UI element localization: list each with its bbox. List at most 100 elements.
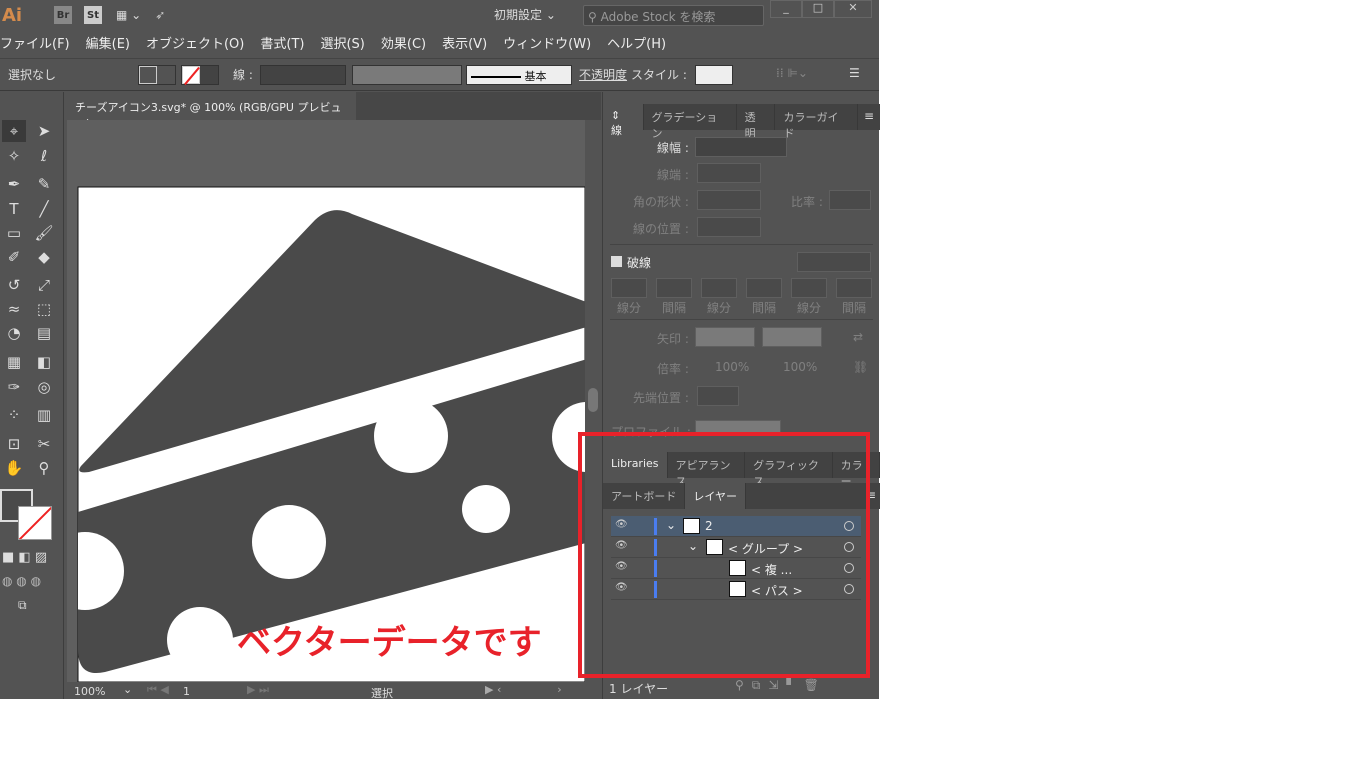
menu-help[interactable]: ヘルプ(H) bbox=[607, 33, 666, 52]
align-icon[interactable]: ⁞⁞ ⊫⌄ bbox=[776, 66, 808, 80]
stroke-color-icon[interactable] bbox=[18, 506, 52, 540]
opacity-link[interactable]: 不透明度 bbox=[579, 66, 627, 83]
graphic-style-picker[interactable] bbox=[695, 65, 733, 85]
rotate-tool-icon[interactable]: ↺ bbox=[2, 274, 26, 296]
symbol-sprayer-tool-icon[interactable]: ⁘ bbox=[2, 404, 26, 426]
stock-button[interactable]: St bbox=[84, 6, 102, 24]
eyedropper-tool-icon[interactable]: ✑ bbox=[2, 376, 26, 398]
artboard-nav-icons[interactable]: ⏮ ◀ bbox=[147, 683, 169, 697]
corner-buttons[interactable] bbox=[697, 190, 761, 210]
selection-tool-icon[interactable]: ⌖ bbox=[2, 120, 26, 142]
dashed-label: 破線 bbox=[627, 256, 652, 270]
arrow-start-select[interactable] bbox=[695, 327, 755, 347]
curvature-tool-icon[interactable]: ✎ bbox=[32, 173, 56, 195]
stock-search-input[interactable]: ⚲ Adobe Stock を検索 bbox=[583, 5, 764, 26]
swap-arrows-icon[interactable]: ⇄ bbox=[853, 330, 863, 344]
width-tool-icon[interactable]: ≈ bbox=[2, 298, 26, 320]
workspace-switcher[interactable]: 初期設定 ⌄ bbox=[494, 6, 556, 23]
start-scale[interactable]: 100% bbox=[715, 360, 749, 374]
artboard-next-icons[interactable]: ▶ ⏭ bbox=[247, 683, 269, 697]
tab-stroke[interactable]: ⇕ 線 bbox=[603, 104, 644, 137]
zoom-tool-icon[interactable]: ⚲ bbox=[32, 457, 56, 479]
gap-field[interactable] bbox=[656, 278, 692, 298]
artboard-tool-icon[interactable]: ⊡ bbox=[2, 433, 26, 455]
draw-mode-icons[interactable]: ◍ ◍ ◍ bbox=[2, 574, 41, 588]
layers-footer-icons[interactable]: ⚲⧉⇲▘🗑 bbox=[735, 678, 827, 693]
artboard-number[interactable]: 1 bbox=[183, 685, 190, 698]
tip-label: 先端位置 : bbox=[633, 391, 689, 405]
link-scale-icon[interactable]: ⛓ bbox=[853, 360, 868, 374]
style-label: スタイル : bbox=[631, 68, 687, 82]
free-transform-tool-icon[interactable]: ⬚ bbox=[32, 298, 56, 320]
gpu-performance-icon[interactable]: ➶ bbox=[155, 8, 165, 22]
status-mode[interactable]: 選択 bbox=[371, 685, 393, 701]
dash-field[interactable] bbox=[791, 278, 827, 298]
menu-select[interactable]: 選択(S) bbox=[320, 33, 364, 52]
stroke-panel-tabs: ⇕ 線 グラデーション 透明 カラーガイド ≡ bbox=[603, 104, 880, 140]
gap-field[interactable] bbox=[746, 278, 782, 298]
menu-edit[interactable]: 編集(E) bbox=[86, 33, 130, 52]
end-scale[interactable]: 100% bbox=[783, 360, 817, 374]
rectangle-tool-icon[interactable]: ▭ bbox=[2, 222, 26, 244]
screen-mode-icon[interactable]: ⧉ bbox=[18, 598, 27, 613]
horizontal-scrollbar[interactable]: ▶ ‹ › bbox=[485, 683, 562, 696]
stroke-weight-input[interactable] bbox=[260, 65, 346, 85]
canvas-area[interactable]: ベクターデータです bbox=[67, 120, 601, 683]
zoom-dropdown-icon[interactable]: ⌄ bbox=[123, 683, 132, 696]
column-graph-tool-icon[interactable]: ▥ bbox=[32, 404, 56, 426]
menu-effect[interactable]: 効果(C) bbox=[381, 33, 426, 52]
dash-field[interactable] bbox=[701, 278, 737, 298]
gradient-tool-icon[interactable]: ◧ bbox=[32, 351, 56, 373]
tab-transparency[interactable]: 透明 bbox=[737, 104, 776, 140]
dash-field[interactable] bbox=[611, 278, 647, 298]
stroke-label: 線 : bbox=[233, 68, 253, 82]
color-mode-icons[interactable]: ■ ◧ ▨ bbox=[2, 550, 47, 565]
maximize-button[interactable]: □ bbox=[802, 0, 834, 18]
cap-label: 線端 : bbox=[657, 168, 689, 182]
eraser-tool-icon[interactable]: ◆ bbox=[32, 246, 56, 268]
menu-view[interactable]: 表示(V) bbox=[442, 33, 487, 52]
ratio-field[interactable] bbox=[829, 190, 871, 210]
fill-swatch[interactable] bbox=[138, 65, 176, 85]
magic-wand-tool-icon[interactable]: ✧ bbox=[2, 145, 26, 167]
menu-window[interactable]: ウィンドウ(W) bbox=[503, 33, 591, 52]
stroke-weight-field[interactable] bbox=[695, 137, 787, 157]
bridge-button[interactable]: Br bbox=[54, 6, 72, 24]
brush-definition[interactable]: 基本 bbox=[466, 65, 572, 85]
scale-tool-icon[interactable]: ⤢ bbox=[32, 274, 56, 296]
variable-width-profile[interactable] bbox=[352, 65, 462, 85]
gap-field[interactable] bbox=[836, 278, 872, 298]
slice-tool-icon[interactable]: ✂ bbox=[32, 433, 56, 455]
panel-menu-icon[interactable]: ≡ bbox=[858, 104, 880, 130]
menu-type[interactable]: 書式(T) bbox=[260, 33, 304, 52]
minimize-button[interactable]: _ bbox=[770, 0, 802, 18]
tab-color-guide[interactable]: カラーガイド bbox=[775, 104, 858, 140]
direct-selection-tool-icon[interactable]: ➤ bbox=[32, 120, 56, 142]
paintbrush-tool-icon[interactable]: 🖌 bbox=[32, 222, 56, 244]
type-tool-icon[interactable]: T bbox=[2, 198, 26, 220]
perspective-grid-tool-icon[interactable]: ▤ bbox=[32, 322, 56, 344]
arrow-end-select[interactable] bbox=[762, 327, 822, 347]
dashed-checkbox[interactable] bbox=[611, 256, 622, 267]
zoom-level[interactable]: 100% bbox=[74, 685, 105, 698]
align-buttons[interactable] bbox=[697, 217, 761, 237]
menu-file[interactable]: ファイル(F) bbox=[0, 33, 70, 52]
dash-align-buttons[interactable] bbox=[797, 252, 871, 272]
tip-buttons[interactable] bbox=[697, 386, 739, 406]
tab-gradient[interactable]: グラデーション bbox=[644, 104, 737, 140]
blend-tool-icon[interactable]: ◎ bbox=[32, 376, 56, 398]
lasso-tool-icon[interactable]: ℓ bbox=[32, 145, 56, 167]
line-tool-icon[interactable]: ╱ bbox=[32, 198, 56, 220]
menu-object[interactable]: オブジェクト(O) bbox=[146, 33, 244, 52]
hand-tool-icon[interactable]: ✋ bbox=[2, 457, 26, 479]
mesh-tool-icon[interactable]: ▦ bbox=[2, 351, 26, 373]
arrange-documents-icon[interactable]: ▦ ⌄ bbox=[116, 8, 141, 22]
shape-builder-tool-icon[interactable]: ◔ bbox=[2, 322, 26, 344]
cap-buttons[interactable] bbox=[697, 163, 761, 183]
close-button[interactable]: ✕ bbox=[834, 0, 872, 18]
stroke-swatch[interactable] bbox=[181, 65, 219, 86]
control-menu-icon[interactable]: ☰ bbox=[849, 66, 860, 80]
document-tab[interactable]: チーズアイコン3.svg* @ 100% (RGB/GPU プレビュー) × bbox=[67, 92, 356, 130]
pen-tool-icon[interactable]: ✒ bbox=[2, 173, 26, 195]
shaper-tool-icon[interactable]: ✐ bbox=[2, 246, 26, 268]
